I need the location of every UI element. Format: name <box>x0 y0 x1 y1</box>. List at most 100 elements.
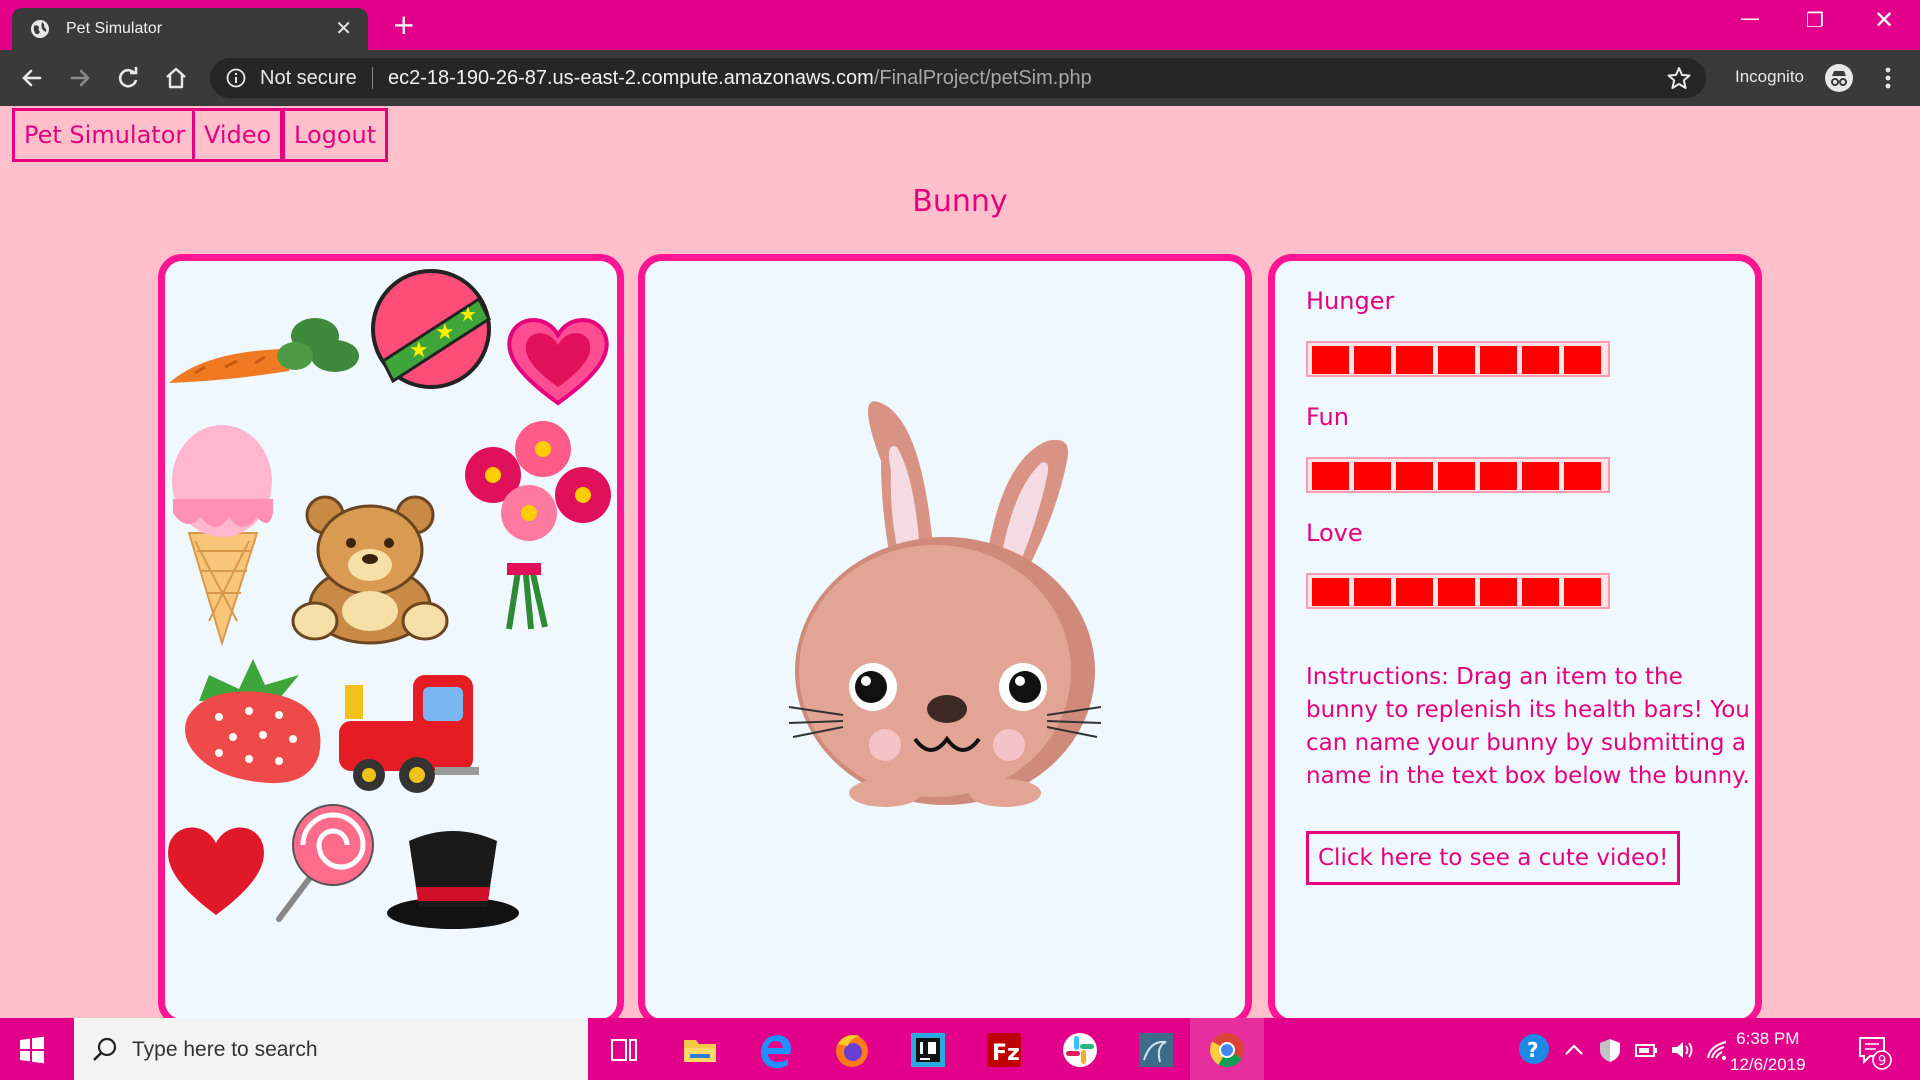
firefox-icon[interactable] <box>832 1030 872 1070</box>
fun-bar-segment <box>1522 462 1559 490</box>
wifi-icon[interactable] <box>1704 1036 1732 1064</box>
defender-shield-icon[interactable] <box>1596 1036 1624 1064</box>
hunger-bar <box>1306 341 1610 377</box>
globe-icon <box>31 20 49 38</box>
volume-icon[interactable] <box>1668 1036 1696 1064</box>
info-icon[interactable] <box>226 68 246 88</box>
hunger-label: Hunger <box>1306 287 1395 315</box>
fun-bar-segment <box>1354 462 1391 490</box>
filezilla-icon[interactable]: Fz <box>984 1030 1024 1070</box>
search-placeholder: Type here to search <box>132 1038 318 1061</box>
svg-text:★: ★ <box>435 320 455 345</box>
hunger-bar-segment <box>1354 346 1391 374</box>
love-bar-segment <box>1480 578 1517 606</box>
address-bar[interactable]: Not secure ec2-18-190-26-87.us-east-2.co… <box>210 58 1706 98</box>
heart-icon[interactable] <box>503 311 613 407</box>
lollipop-icon[interactable] <box>275 801 375 925</box>
hunger-bar-segment <box>1522 346 1559 374</box>
task-view-icon[interactable] <box>604 1030 644 1070</box>
love-bar-segment <box>1438 578 1475 606</box>
page-content: Pet Simulator Video Logout Bunny ★ ★ ★ H… <box>0 106 1920 1026</box>
stats-panel: Hunger Fun Love Instructions: Drag an it… <box>1268 254 1762 1026</box>
fun-bar-segment <box>1480 462 1517 490</box>
clock-date: 12/6/2019 <box>1730 1055 1806 1074</box>
fun-bar-segment <box>1438 462 1475 490</box>
items-panel: ★ ★ ★ <box>158 254 624 1026</box>
pet-panel <box>638 254 1252 1026</box>
bunny-pet[interactable] <box>785 401 1105 811</box>
cute-video-button[interactable]: Click here to see a cute video! <box>1306 831 1681 885</box>
edge-icon[interactable] <box>756 1030 796 1070</box>
love-label: Love <box>1306 519 1363 547</box>
taskbar-clock[interactable]: 6:38 PM 12/6/2019 <box>1730 1026 1806 1078</box>
hunger-bar-segment <box>1438 346 1475 374</box>
svg-text:?: ? <box>1527 1038 1539 1062</box>
nav-logout[interactable]: Logout <box>282 108 389 162</box>
address-separator <box>372 67 373 89</box>
hunger-bar-segment <box>1312 346 1349 374</box>
notification-count: 9 <box>1878 1054 1886 1069</box>
svg-text:★: ★ <box>409 338 429 363</box>
svg-text:★: ★ <box>459 302 477 326</box>
fun-label: Fun <box>1306 403 1349 431</box>
nav-pet-simulator[interactable]: Pet Simulator <box>12 108 198 162</box>
teddy-bear-icon[interactable] <box>285 495 455 645</box>
toy-train-icon[interactable] <box>335 671 491 801</box>
chrome-icon[interactable] <box>1207 1030 1247 1070</box>
bookmark-star-icon[interactable] <box>1666 65 1692 91</box>
hunger-bar-segment <box>1564 346 1601 374</box>
red-heart-icon[interactable] <box>165 821 267 917</box>
reload-icon[interactable] <box>114 64 142 92</box>
ball-icon[interactable]: ★ ★ ★ <box>369 265 493 395</box>
back-icon[interactable] <box>18 64 46 92</box>
url-text[interactable]: ec2-18-190-26-87.us-east-2.compute.amazo… <box>388 67 1092 90</box>
file-explorer-icon[interactable] <box>680 1030 720 1070</box>
ice-cream-icon[interactable] <box>167 421 277 647</box>
mysql-workbench-icon[interactable] <box>1136 1030 1176 1070</box>
love-bar <box>1306 573 1610 609</box>
strawberry-icon[interactable] <box>169 655 329 789</box>
url-path: /FinalProject/petSim.php <box>873 67 1092 89</box>
windows-taskbar: Type here to search Fz ? 6:38 PM 12/6/20… <box>0 1018 1920 1080</box>
help-icon[interactable]: ? <box>1518 1033 1550 1065</box>
fun-bar <box>1306 457 1610 493</box>
slack-icon[interactable] <box>1060 1030 1100 1070</box>
security-label: Not secure <box>260 67 357 89</box>
incognito-label: Incognito <box>1735 67 1804 86</box>
nav-video[interactable]: Video <box>192 108 284 162</box>
windows-start-icon[interactable] <box>18 1036 46 1064</box>
tab-title: Pet Simulator <box>66 20 163 37</box>
home-icon[interactable] <box>162 64 190 92</box>
new-tab-icon[interactable]: + <box>392 8 415 41</box>
url-host: ec2-18-190-26-87.us-east-2.compute.amazo… <box>388 67 874 89</box>
more-menu-icon[interactable] <box>1878 64 1898 92</box>
fun-bar-segment <box>1396 462 1433 490</box>
notification-center-icon[interactable]: 9 <box>1856 1032 1892 1070</box>
instructions-text: Instructions: Drag an item to the bunny … <box>1306 664 1750 789</box>
incognito-icon[interactable] <box>1824 63 1854 93</box>
intellij-icon[interactable] <box>908 1030 948 1070</box>
battery-icon[interactable] <box>1632 1036 1660 1064</box>
hunger-bar-segment <box>1480 346 1517 374</box>
search-icon <box>93 1037 117 1061</box>
close-window-icon[interactable]: ✕ <box>1874 6 1894 34</box>
fun-bar-segment <box>1312 462 1349 490</box>
minimize-icon[interactable]: — <box>1740 6 1760 30</box>
clock-time: 6:38 PM <box>1736 1029 1800 1048</box>
svg-text:Fz: Fz <box>992 1041 1020 1066</box>
love-bar-segment <box>1522 578 1559 606</box>
fun-bar-segment <box>1564 462 1601 490</box>
chevron-up-icon[interactable] <box>1560 1036 1588 1064</box>
forward-icon[interactable] <box>66 64 94 92</box>
close-tab-icon[interactable]: ✕ <box>335 16 352 40</box>
carrot-icon[interactable] <box>165 301 365 391</box>
love-bar-segment <box>1354 578 1391 606</box>
browser-tab[interactable]: Pet Simulator ✕ <box>12 8 368 50</box>
love-bar-segment <box>1564 578 1601 606</box>
hunger-bar-segment <box>1396 346 1433 374</box>
love-bar-segment <box>1396 578 1433 606</box>
top-hat-icon[interactable] <box>383 821 523 931</box>
flowers-icon[interactable] <box>459 415 619 635</box>
taskbar-search-box[interactable]: Type here to search <box>74 1018 588 1080</box>
restore-icon[interactable]: ❐ <box>1806 8 1824 32</box>
